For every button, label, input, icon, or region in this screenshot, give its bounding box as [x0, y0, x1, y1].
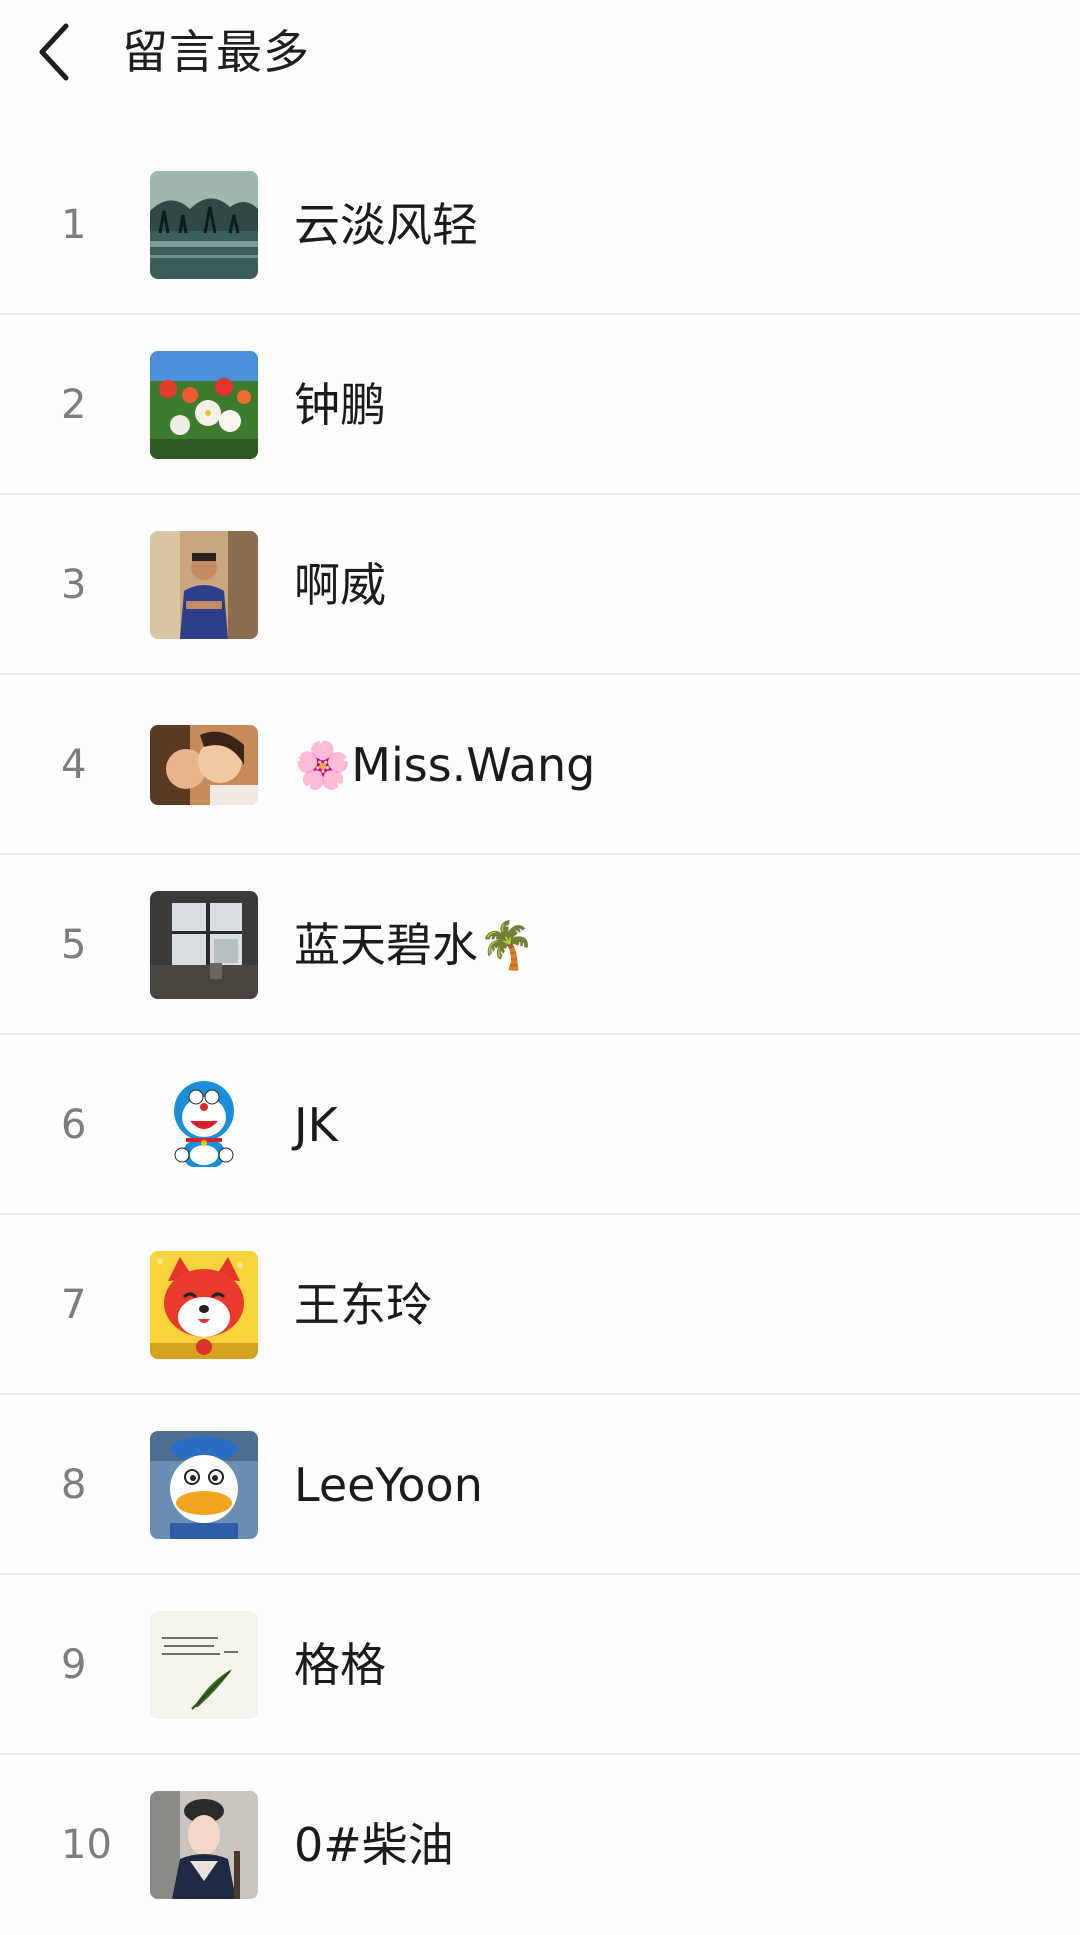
flowers-avatar[interactable]	[150, 351, 258, 459]
donald-duck-avatar[interactable]	[150, 1431, 258, 1539]
man-photo-avatar[interactable]	[150, 531, 258, 639]
landscape-trees-avatar[interactable]	[150, 171, 258, 279]
back-button[interactable]	[30, 18, 86, 86]
user-name: 钟鹏	[294, 378, 386, 432]
list-item[interactable]: 4 🌸Miss.Wang	[0, 675, 1080, 855]
user-name: 🌸Miss.Wang	[294, 738, 596, 792]
list-item[interactable]: 3 啊威	[0, 495, 1080, 675]
page-title: 留言最多	[122, 25, 310, 79]
rank-number: 5	[61, 922, 87, 968]
rank-number: 4	[61, 742, 87, 788]
list-item[interactable]: 10 0#柴油	[0, 1755, 1080, 1935]
user-name: 王东玲	[294, 1278, 432, 1332]
list-item[interactable]: 7 王东玲	[0, 1215, 1080, 1395]
list-item[interactable]: 9 格格	[0, 1575, 1080, 1755]
mother-child-avatar[interactable]	[150, 725, 258, 805]
list-item[interactable]: 2 钟鹏	[0, 315, 1080, 495]
user-name: 啊威	[294, 558, 386, 612]
ranking-list: 1 云淡风轻 2 钟鹏 3 啊威 4 🌸Miss.Wang 5 蓝天碧水🌴 6 …	[0, 135, 1080, 1935]
rank-number: 3	[61, 562, 87, 608]
window-view-avatar[interactable]	[150, 891, 258, 999]
user-name: 格格	[294, 1638, 386, 1692]
rank-number: 9	[61, 1642, 87, 1688]
user-name: LeeYoon	[294, 1458, 483, 1512]
red-fox-cartoon-avatar[interactable]	[150, 1251, 258, 1359]
traditional-costume-avatar[interactable]	[150, 1791, 258, 1899]
doraemon-avatar[interactable]	[150, 1071, 258, 1179]
list-item[interactable]: 5 蓝天碧水🌴	[0, 855, 1080, 1035]
rank-number: 1	[61, 202, 87, 248]
top-bar: 留言最多	[0, 0, 1080, 110]
rank-number: 2	[61, 382, 87, 428]
user-name: JK	[294, 1098, 338, 1152]
feather-calligraphy-avatar[interactable]	[150, 1611, 258, 1719]
user-name: 云淡风轻	[294, 198, 478, 252]
list-item[interactable]: 8 LeeYoon	[0, 1395, 1080, 1575]
list-item[interactable]: 1 云淡风轻	[0, 135, 1080, 315]
rank-number: 7	[61, 1282, 87, 1328]
user-name: 0#柴油	[294, 1818, 454, 1872]
rank-number: 6	[61, 1102, 87, 1148]
list-item[interactable]: 6 JK	[0, 1035, 1080, 1215]
user-name: 蓝天碧水🌴	[294, 918, 536, 972]
rank-number: 8	[61, 1462, 87, 1508]
chevron-left-icon	[39, 23, 69, 81]
rank-number: 10	[61, 1822, 112, 1868]
